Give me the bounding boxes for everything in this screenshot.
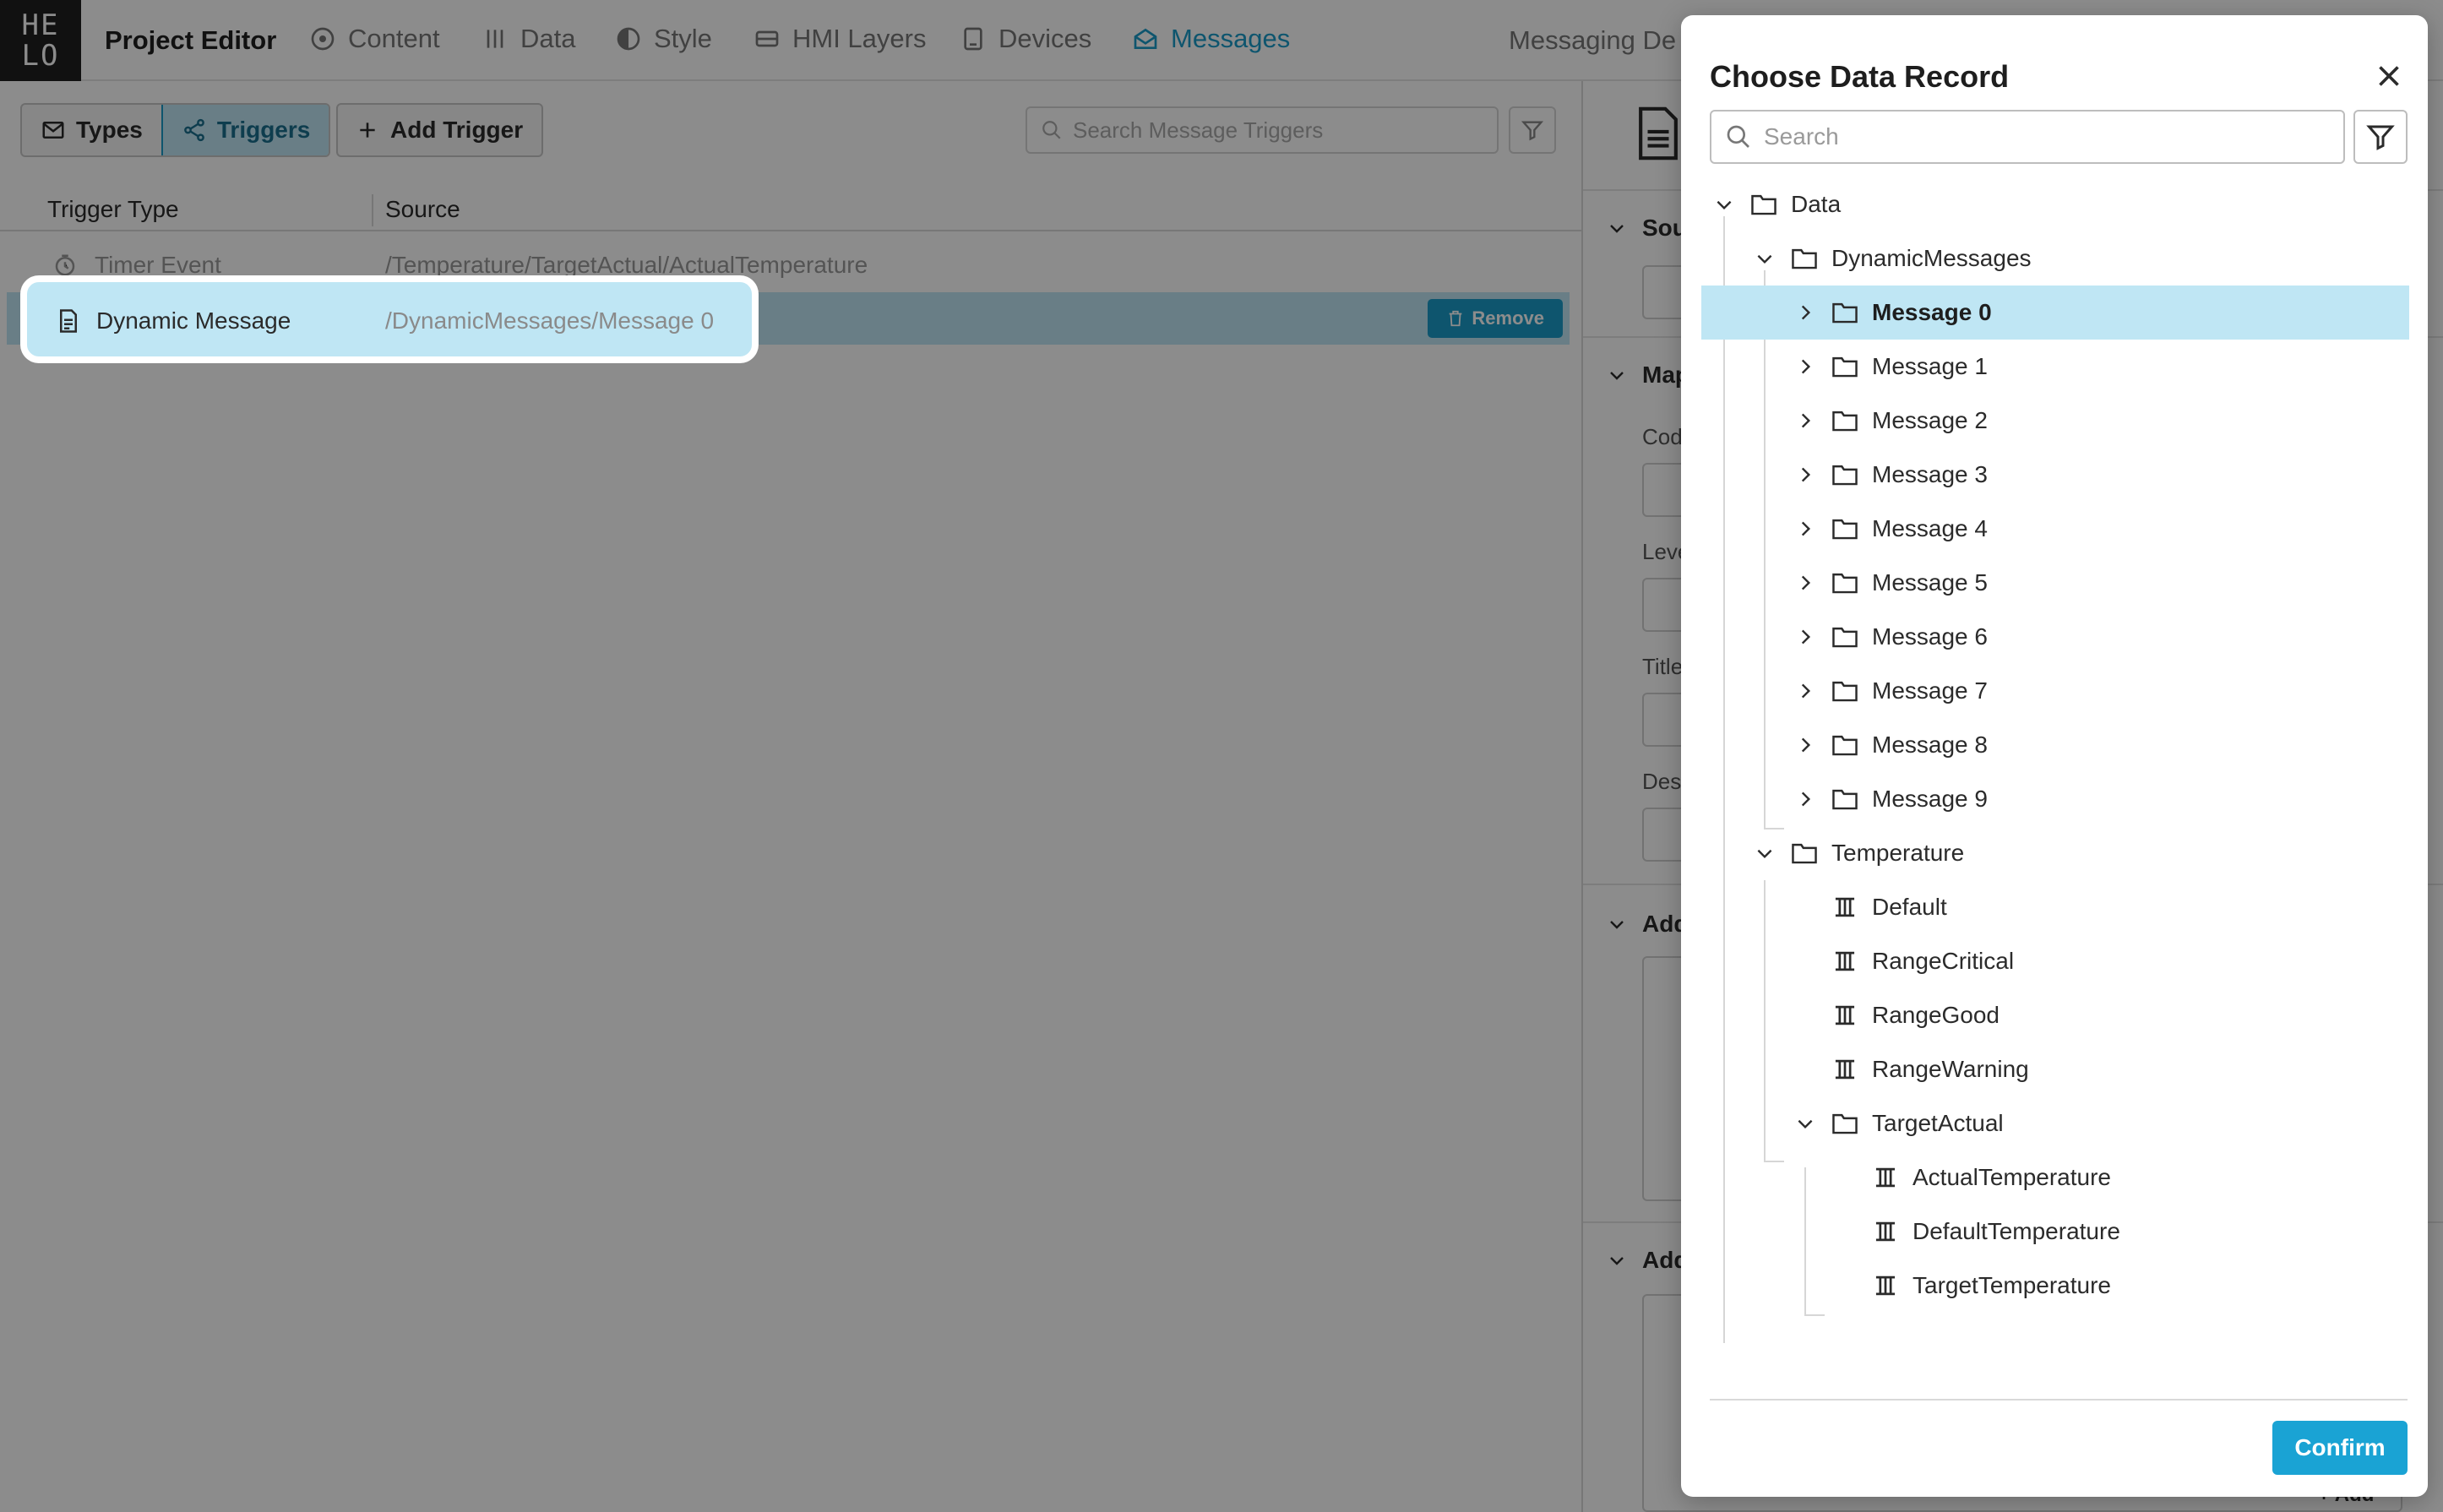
- variable-icon: [1872, 1165, 1899, 1190]
- tree-item-label: Message 0: [1872, 299, 1992, 325]
- tree-item-label: Message 3: [1872, 461, 1988, 487]
- variable-icon: [1831, 1057, 1858, 1082]
- folder-icon: [1750, 192, 1777, 217]
- chevron-down-icon[interactable]: [1794, 1112, 1816, 1134]
- tree-item[interactable]: Data: [1701, 177, 2409, 231]
- tree-item-label: RangeGood: [1872, 1002, 2000, 1028]
- tree-item[interactable]: Default: [1701, 880, 2409, 934]
- record-search-field: [1710, 110, 2345, 164]
- chevron-right-icon[interactable]: [1794, 410, 1816, 432]
- tree-item-label: Message 4: [1872, 515, 1988, 541]
- dialog-footer-divider: [1710, 1399, 2408, 1401]
- folder-icon: [1831, 408, 1858, 433]
- tree-item[interactable]: Message 7: [1701, 664, 2409, 718]
- folder-icon: [1831, 678, 1858, 704]
- tree-item-label: Message 2: [1872, 407, 1988, 433]
- tree-item[interactable]: Temperature: [1701, 826, 2409, 880]
- tree-item[interactable]: TargetTemperature: [1701, 1259, 2409, 1313]
- tree-guide: [1804, 1314, 1825, 1316]
- tree-item-label: Message 6: [1872, 623, 1988, 650]
- variable-icon: [1831, 949, 1858, 974]
- choose-data-record-dialog: Choose Data Record Data DynamicMessages Me…: [1681, 15, 2428, 1497]
- folder-icon: [1831, 300, 1858, 325]
- tree-item-label: Temperature: [1831, 840, 1965, 866]
- highlight-trigger-type: Dynamic Message: [96, 307, 291, 334]
- tree-item[interactable]: Message 4: [1701, 502, 2409, 556]
- dialog-title: Choose Data Record: [1710, 59, 2010, 94]
- selected-trigger-highlight: Dynamic Message /DynamicMessages/Message…: [24, 279, 755, 360]
- record-search-input[interactable]: [1764, 123, 2313, 150]
- tree-item[interactable]: Message 1: [1701, 340, 2409, 394]
- tree-item-label: TargetActual: [1872, 1110, 2004, 1136]
- tree-item-label: DynamicMessages: [1831, 245, 2032, 271]
- chevron-right-icon[interactable]: [1794, 356, 1816, 378]
- tree-item-label: Message 8: [1872, 732, 1988, 758]
- chevron-down-icon[interactable]: [1713, 193, 1735, 215]
- tree-item[interactable]: DefaultTemperature: [1701, 1205, 2409, 1259]
- chevron-right-icon[interactable]: [1794, 734, 1816, 756]
- chevron-right-icon[interactable]: [1794, 680, 1816, 702]
- tree-item[interactable]: Message 5: [1701, 556, 2409, 610]
- record-filter-button[interactable]: [2353, 110, 2408, 164]
- folder-icon: [1831, 786, 1858, 812]
- variable-icon: [1872, 1273, 1899, 1298]
- tree-item-label: RangeCritical: [1872, 948, 2015, 974]
- chevron-right-icon[interactable]: [1794, 518, 1816, 540]
- tree-item[interactable]: DynamicMessages: [1701, 231, 2409, 286]
- tree-item-label: Default: [1872, 894, 1947, 920]
- tree-item[interactable]: Message 6: [1701, 610, 2409, 664]
- tree-item[interactable]: TargetActual: [1701, 1096, 2409, 1150]
- tree-item[interactable]: RangeCritical: [1701, 934, 2409, 988]
- tree-item-label: Message 7: [1872, 677, 1988, 704]
- folder-icon: [1831, 624, 1858, 650]
- tree-item-label: RangeWarning: [1872, 1056, 2029, 1082]
- search-icon: [1727, 125, 1749, 148]
- folder-icon: [1831, 570, 1858, 596]
- chevron-down-icon[interactable]: [1754, 842, 1776, 864]
- document-icon: [60, 309, 77, 333]
- filter-icon: [2366, 125, 2395, 150]
- folder-icon: [1791, 840, 1818, 866]
- folder-icon: [1831, 516, 1858, 541]
- folder-icon: [1791, 246, 1818, 271]
- chevron-right-icon[interactable]: [1794, 572, 1816, 594]
- variable-icon: [1872, 1219, 1899, 1244]
- chevron-right-icon[interactable]: [1794, 464, 1816, 486]
- variable-icon: [1831, 1003, 1858, 1028]
- tree-item-selected[interactable]: Message 0: [1701, 286, 2409, 340]
- chevron-right-icon[interactable]: [1794, 302, 1816, 324]
- folder-icon: [1831, 462, 1858, 487]
- chevron-right-icon[interactable]: [1794, 788, 1816, 810]
- folder-icon: [1831, 354, 1858, 379]
- folder-icon: [1831, 732, 1858, 758]
- folder-icon: [1831, 1111, 1858, 1136]
- tree-item[interactable]: RangeWarning: [1701, 1042, 2409, 1096]
- tree-item[interactable]: Message 9: [1701, 772, 2409, 826]
- tree-item-label: Message 9: [1872, 786, 1988, 812]
- tree-item-label: Message 1: [1872, 353, 1988, 379]
- tree-item-label: Data: [1791, 191, 1842, 217]
- confirm-button[interactable]: Confirm: [2272, 1421, 2408, 1475]
- tree-item-label: ActualTemperature: [1913, 1164, 2112, 1190]
- tree-item[interactable]: RangeGood: [1701, 988, 2409, 1042]
- tree-item[interactable]: Message 3: [1701, 448, 2409, 502]
- highlight-trigger-source: /DynamicMessages/Message 0: [385, 307, 715, 334]
- chevron-right-icon[interactable]: [1794, 626, 1816, 648]
- close-icon[interactable]: [2374, 61, 2404, 91]
- tree-item[interactable]: ActualTemperature: [1701, 1150, 2409, 1205]
- chevron-down-icon[interactable]: [1754, 247, 1776, 269]
- tree-item-label: TargetTemperature: [1913, 1272, 2112, 1298]
- tree-item-label: Message 5: [1872, 569, 1988, 596]
- tree-item[interactable]: Message 2: [1701, 394, 2409, 448]
- variable-icon: [1831, 895, 1858, 920]
- tree-item-label: DefaultTemperature: [1913, 1218, 2120, 1244]
- tree-item[interactable]: Message 8: [1701, 718, 2409, 772]
